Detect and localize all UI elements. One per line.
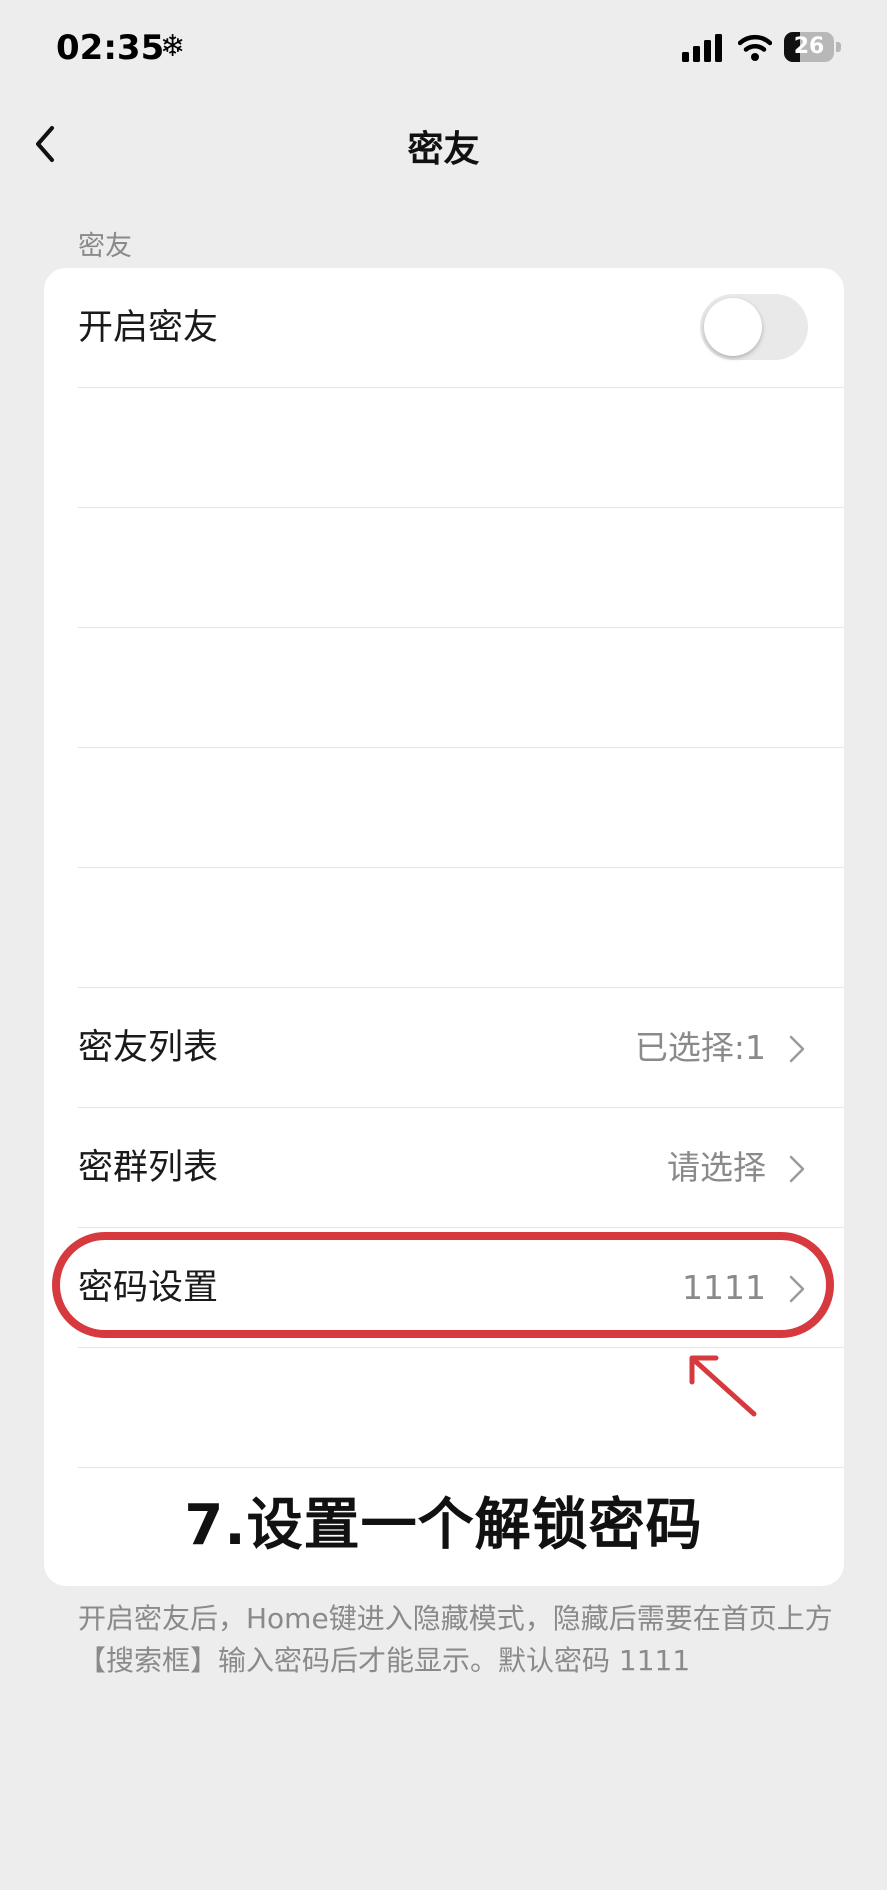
- annotation-caption: 7.设置一个解锁密码: [184, 1493, 703, 1558]
- battery-indicator: 26: [784, 32, 842, 62]
- wifi-icon: [738, 34, 772, 61]
- enable-private-friends-label: 开启密友: [78, 308, 219, 348]
- blank-row: [44, 748, 844, 868]
- status-bar: 02:35 ❄ 26: [0, 0, 887, 100]
- status-time: 02:35: [56, 28, 165, 68]
- friends-list-row[interactable]: 密友列表 已选择:1: [44, 988, 844, 1108]
- chevron-right-icon: [789, 1155, 805, 1183]
- blank-row: [44, 388, 844, 508]
- navigation-bar: 密友: [0, 100, 887, 190]
- groups-list-value: 请选择: [667, 1148, 766, 1187]
- blank-row: [44, 508, 844, 628]
- blank-row: [44, 628, 844, 748]
- enable-private-friends-toggle[interactable]: [700, 294, 808, 360]
- friends-list-value: 已选择:1: [634, 1028, 766, 1067]
- enable-private-friends-row: 开启密友: [44, 268, 844, 388]
- toggle-knob: [704, 298, 762, 356]
- page-title: 密友: [407, 129, 480, 170]
- snowflake-icon: ❄: [160, 29, 186, 64]
- groups-list-label: 密群列表: [78, 1148, 219, 1188]
- chevron-right-icon: [789, 1035, 805, 1063]
- blank-row: [44, 868, 844, 988]
- battery-level: 26: [793, 34, 825, 59]
- friends-list-label: 密友列表: [78, 1028, 219, 1068]
- footer-description: 开启密友后，Home键进入隐藏模式，隐藏后需要在首页上方【搜索框】输入密码后才能…: [78, 1602, 833, 1677]
- cellular-signal-icon: [682, 34, 722, 62]
- annotation-highlight-ring: [52, 1232, 834, 1338]
- divider: [78, 1467, 844, 1468]
- section-label: 密友: [78, 231, 132, 262]
- groups-list-row[interactable]: 密群列表 请选择: [44, 1108, 844, 1228]
- annotation-arrow-icon: [689, 1355, 757, 1417]
